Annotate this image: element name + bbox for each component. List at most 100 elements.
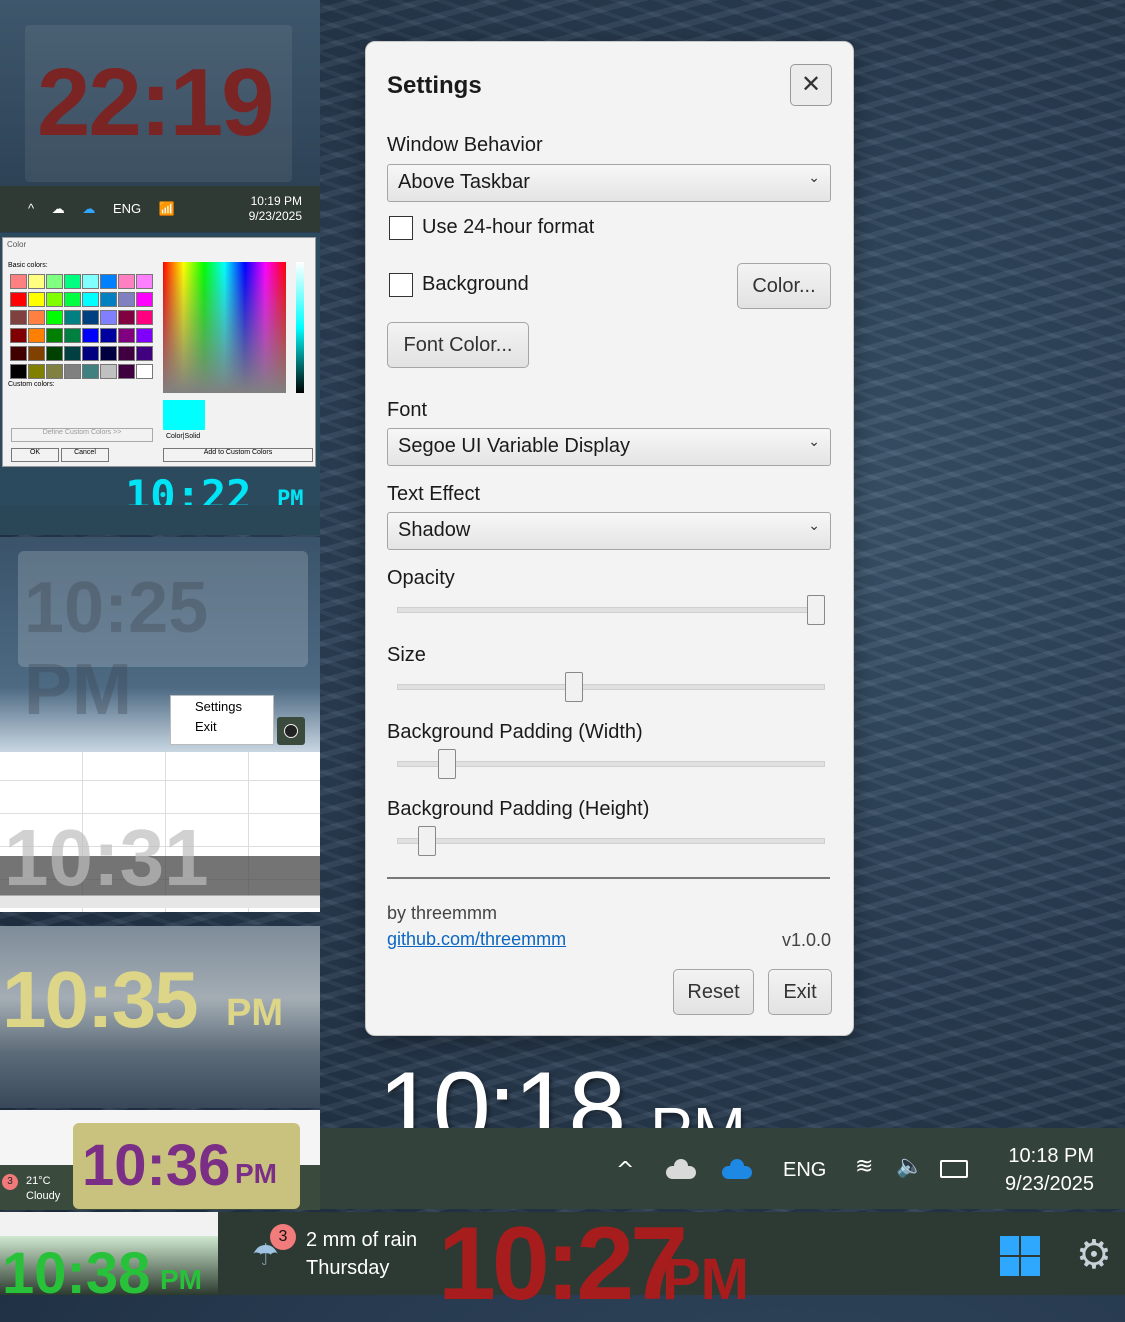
mini-lang: ENG (112, 201, 142, 216)
settings-dialog: Settings ✕ Window Behavior Above Taskbar… (365, 41, 854, 1036)
weather-line2: Thursday (306, 1257, 390, 1279)
preview-spreadsheet: 10:31 PM (0, 752, 320, 912)
weather-badge: 3 (2, 1174, 18, 1190)
bg-padding-height-slider-track[interactable] (397, 838, 825, 844)
cloud-icon[interactable] (666, 1159, 696, 1179)
weather-badge: 3 (270, 1224, 296, 1250)
dialog-title: Settings (387, 72, 482, 99)
mini-date: 9/23/2025 (248, 209, 302, 223)
bg-padding-width-slider-thumb[interactable] (438, 749, 456, 779)
size-slider-thumb[interactable] (565, 672, 584, 702)
text-effect-select[interactable]: Shadow ⌄ (387, 512, 831, 550)
weather-condition: Cloudy (26, 1190, 61, 1202)
mini-time: 10:19 PM (250, 194, 302, 208)
weather-widget[interactable]: 21°C Cloudy (26, 1174, 60, 1204)
bg-padding-height-label: Background Padding (Height) (387, 798, 650, 820)
preview-clock-text: 10:36 (82, 1133, 231, 1198)
chevron-down-icon: ⌄ (808, 170, 820, 186)
opacity-slider-thumb[interactable] (807, 595, 825, 625)
wifi-icon: 📶 (158, 201, 175, 216)
preview-24h-red-clock: 22:19 ^ ☁ ☁ ENG 📶 10:19 PM 9/23/2025 (0, 0, 320, 233)
color-button[interactable]: Color... (737, 263, 831, 309)
windows-start-icon[interactable] (1000, 1236, 1040, 1276)
font-select[interactable]: Segoe UI Variable Display ⌄ (387, 428, 831, 466)
preview-green-clock: 10:38 PM (0, 1212, 218, 1295)
mini-taskbar: ^ ☁ ☁ ENG 📶 10:19 PM 9/23/2025 (0, 186, 320, 232)
onedrive-icon[interactable] (722, 1159, 752, 1179)
red-overlay-ampm: PM (662, 1247, 749, 1312)
background-label: Background (422, 273, 529, 295)
preview-ampm: PM (226, 992, 283, 1034)
chevron-up-icon[interactable]: ^ (616, 1158, 634, 1183)
weather-temp: 21°C (26, 1175, 51, 1187)
chevron-down-icon: ⌄ (808, 434, 820, 450)
tray-time: 10:18 PM (1008, 1145, 1094, 1167)
color-spectrum[interactable] (163, 262, 286, 393)
menu-item-settings[interactable]: Settings (171, 696, 273, 716)
taskbar-tray: ^ ENG ≋ 🔈 10:18 PM 9/23/2025 (320, 1128, 1125, 1209)
exit-button[interactable]: Exit (768, 969, 832, 1015)
github-link[interactable]: github.com/threemmm (387, 929, 566, 950)
window-behavior-value: Above Taskbar (398, 171, 530, 193)
language-indicator[interactable]: ENG (783, 1159, 826, 1182)
close-button[interactable]: ✕ (790, 64, 832, 106)
basic-color-swatches (10, 274, 153, 379)
opacity-slider-track[interactable] (397, 607, 825, 613)
cancel-button[interactable]: Cancel (61, 448, 109, 462)
bg-padding-height-slider-thumb[interactable] (417, 826, 436, 856)
taskbar-main: ☂ 3 2 mm of rain Thursday 10:27 PM ⚙ (218, 1212, 1125, 1316)
gear-icon[interactable]: ⚙ (1076, 1232, 1112, 1278)
size-slider-track[interactable] (397, 684, 825, 690)
bg-padding-width-label: Background Padding (Width) (387, 721, 643, 743)
background-checkbox[interactable] (389, 273, 413, 297)
opacity-label: Opacity (387, 567, 455, 589)
preview-clock-text: 10:38 (2, 1241, 151, 1295)
tray-clock[interactable]: 10:18 PM 9/23/2025 (996, 1142, 1094, 1198)
chevron-up-icon: ^ (28, 201, 35, 216)
bg-padding-width-slider-track[interactable] (397, 761, 825, 767)
clock-tray-icon[interactable] (277, 717, 305, 745)
luminance-bar[interactable] (296, 262, 304, 393)
font-color-button[interactable]: Font Color... (387, 322, 529, 368)
red-overlay-clock: 10:27 (438, 1206, 688, 1322)
color-dialog-title: Color (7, 240, 27, 249)
ok-button[interactable]: OK (11, 448, 59, 462)
tray-context-menu: Settings Exit (170, 695, 274, 745)
use-24-hour-checkbox[interactable] (389, 216, 413, 240)
preview-context-menu: 10:25 PM Settings Exit (0, 537, 320, 752)
add-custom-colors-button[interactable]: Add to Custom Colors (163, 448, 313, 462)
text-effect-label: Text Effect (387, 483, 481, 505)
volume-icon[interactable]: 🔈 (896, 1154, 923, 1179)
mini-tray-icons: ^ ☁ ☁ ENG 📶 (28, 201, 175, 217)
size-label: Size (387, 644, 426, 666)
define-custom-colors-button[interactable]: Define Custom Colors >> (11, 428, 153, 442)
mini-taskbar (0, 505, 320, 535)
color-solid-label: Color|Solid (166, 433, 201, 440)
reset-button[interactable]: Reset (673, 969, 754, 1015)
chevron-down-icon: ⌄ (808, 518, 820, 534)
weather-widget[interactable]: 2 mm of rain Thursday (306, 1226, 417, 1282)
selected-color-preview (163, 400, 205, 430)
font-label: Font (387, 399, 428, 421)
spreadsheet-status-bar (0, 895, 320, 908)
menu-item-exit[interactable]: Exit (171, 716, 273, 736)
preview-ampm: PM (235, 1158, 277, 1189)
text-effect-value: Shadow (398, 519, 471, 541)
battery-icon[interactable] (940, 1160, 968, 1178)
color-dialog: Color Basic colors: Custom colors: Color… (2, 237, 316, 467)
window-behavior-select[interactable]: Above Taskbar ⌄ (387, 164, 831, 202)
preview-yellow-clock: 10:35 PM (0, 926, 320, 1108)
divider (387, 877, 830, 879)
onedrive-icon: ☁ (82, 201, 96, 216)
use-24-hour-label: Use 24-hour format (422, 216, 595, 238)
tray-date: 9/23/2025 (1005, 1173, 1094, 1195)
custom-colors-label: Custom colors: (8, 381, 55, 388)
preview-color-picker: Color Basic colors: Custom colors: Color… (0, 233, 320, 535)
weather-line1: 2 mm of rain (306, 1229, 418, 1251)
cloud-icon: ☁ (51, 201, 65, 216)
wifi-icon[interactable]: ≋ (855, 1154, 873, 1179)
preview-ampm: PM (160, 1264, 202, 1295)
author-text: by threemmm (387, 903, 498, 923)
window-behavior-label: Window Behavior (387, 134, 543, 156)
close-icon: ✕ (800, 70, 822, 98)
